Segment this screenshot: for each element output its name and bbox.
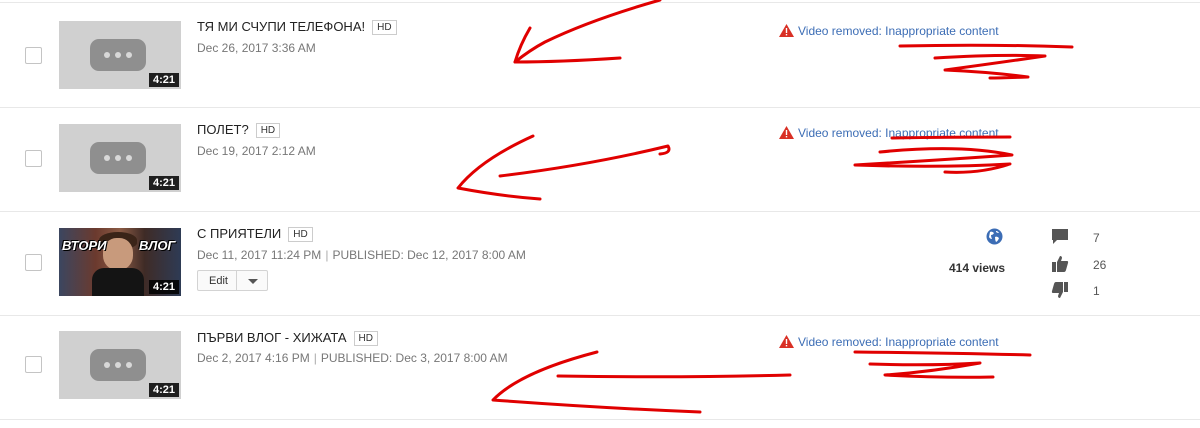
thumbnail-person-face — [103, 238, 133, 270]
view-count: 414 views — [949, 261, 1006, 275]
hd-badge: HD — [372, 20, 397, 35]
edit-button[interactable]: Edit — [197, 270, 268, 291]
video-list: 4:21 ТЯ МИ СЧУПИ ТЕЛЕФОНА! HD Dec 26, 201… — [0, 0, 1200, 428]
removed-notice[interactable]: Video removed: Inappropriate content — [779, 24, 999, 38]
select-checkbox[interactable] — [25, 150, 42, 167]
video-date: Dec 11, 2017 11:24 PM — [197, 248, 322, 262]
duration-badge: 4:21 — [148, 280, 179, 294]
duration-badge: 4:21 — [148, 383, 179, 397]
select-checkbox[interactable] — [25, 254, 42, 271]
published-date: PUBLISHED: Dec 12, 2017 8:00 AM — [332, 248, 526, 262]
hd-badge: HD — [255, 123, 281, 138]
globe-icon[interactable] — [986, 228, 1003, 245]
dislike-count: 1 — [1093, 284, 1100, 298]
video-thumbnail[interactable]: ВТОРИ ВЛОГ 4:21 — [59, 228, 181, 296]
removed-notice-text[interactable]: Video removed: Inappropriate content — [798, 335, 999, 349]
video-dates: Dec 2, 2017 4:16 PM | PUBLISHED: Dec 3, 20… — [197, 351, 508, 365]
removed-notice[interactable]: Video removed: Inappropriate content — [779, 126, 999, 140]
video-row: 4:21 ТЯ МИ СЧУПИ ТЕЛЕФОНА! HD Dec 26, 201… — [0, 2, 1200, 108]
video-title[interactable]: С ПРИЯТЕЛИ HD — [197, 226, 313, 242]
video-title[interactable]: ПЪРВИ ВЛОГ - ХИЖАТА HD — [197, 330, 378, 346]
thumbnail-text-left: ВТОРИ — [62, 238, 107, 253]
video-row: 4:21 ПЪРВИ ВЛОГ - ХИЖАТА HD Dec 2, 2017 4… — [0, 316, 1200, 420]
duration-badge: 4:21 — [148, 176, 179, 190]
video-row: ВТОРИ ВЛОГ 4:21 С ПРИЯТЕЛИ HD Dec 11, 201… — [0, 212, 1200, 316]
comment-count: 7 — [1093, 231, 1100, 245]
video-thumbnail[interactable]: 4:21 — [59, 21, 181, 89]
thumbs-up-icon[interactable] — [1051, 255, 1069, 273]
hd-badge: HD — [288, 227, 313, 242]
video-title-text[interactable]: ТЯ МИ СЧУПИ ТЕЛЕФОНА! — [197, 19, 365, 34]
video-row: 4:21 ПОЛЕТ? HD Dec 19, 2017 2:12 AM Video… — [0, 108, 1200, 212]
video-title-text[interactable]: ПОЛЕТ? — [197, 122, 249, 137]
select-checkbox[interactable] — [25, 356, 42, 373]
unavailable-icon — [90, 39, 146, 71]
video-title-text[interactable]: С ПРИЯТЕЛИ — [197, 226, 281, 241]
comment-icon[interactable] — [1051, 228, 1069, 246]
separator: | — [313, 351, 317, 365]
like-count: 26 — [1093, 258, 1107, 272]
removed-notice-text[interactable]: Video removed: Inappropriate content — [798, 126, 999, 140]
removed-notice[interactable]: Video removed: Inappropriate content — [779, 335, 999, 349]
warning-icon — [779, 24, 794, 37]
unavailable-icon — [90, 349, 146, 381]
removed-notice-text[interactable]: Video removed: Inappropriate content — [798, 24, 999, 38]
hd-badge: HD — [353, 331, 378, 346]
warning-icon — [779, 126, 794, 139]
chevron-down-icon[interactable] — [248, 279, 258, 284]
warning-icon — [779, 335, 794, 348]
video-dates: Dec 11, 2017 11:24 PM | PUBLISHED: Dec 12,… — [197, 248, 526, 262]
duration-badge: 4:21 — [148, 73, 179, 87]
separator: | — [325, 248, 329, 262]
edit-divider — [236, 271, 237, 290]
video-date: Dec 26, 2017 3:36 AM — [197, 41, 316, 55]
select-checkbox[interactable] — [25, 47, 42, 64]
video-date: Dec 2, 2017 4:16 PM — [197, 351, 310, 365]
video-title[interactable]: ТЯ МИ СЧУПИ ТЕЛЕФОНА! HD — [197, 19, 397, 35]
video-thumbnail[interactable]: 4:21 — [59, 331, 181, 399]
thumbs-down-icon[interactable] — [1051, 281, 1069, 299]
video-date: Dec 19, 2017 2:12 AM — [197, 144, 316, 158]
published-date: PUBLISHED: Dec 3, 2017 8:00 AM — [320, 351, 508, 365]
unavailable-icon — [90, 142, 146, 174]
thumbnail-person-body — [92, 268, 144, 296]
video-title[interactable]: ПОЛЕТ? HD — [197, 122, 281, 138]
thumbnail-text-right: ВЛОГ — [139, 238, 176, 253]
video-title-text[interactable]: ПЪРВИ ВЛОГ - ХИЖАТА — [197, 330, 347, 345]
video-thumbnail[interactable]: 4:21 — [59, 124, 181, 192]
edit-button-label[interactable]: Edit — [209, 275, 228, 287]
